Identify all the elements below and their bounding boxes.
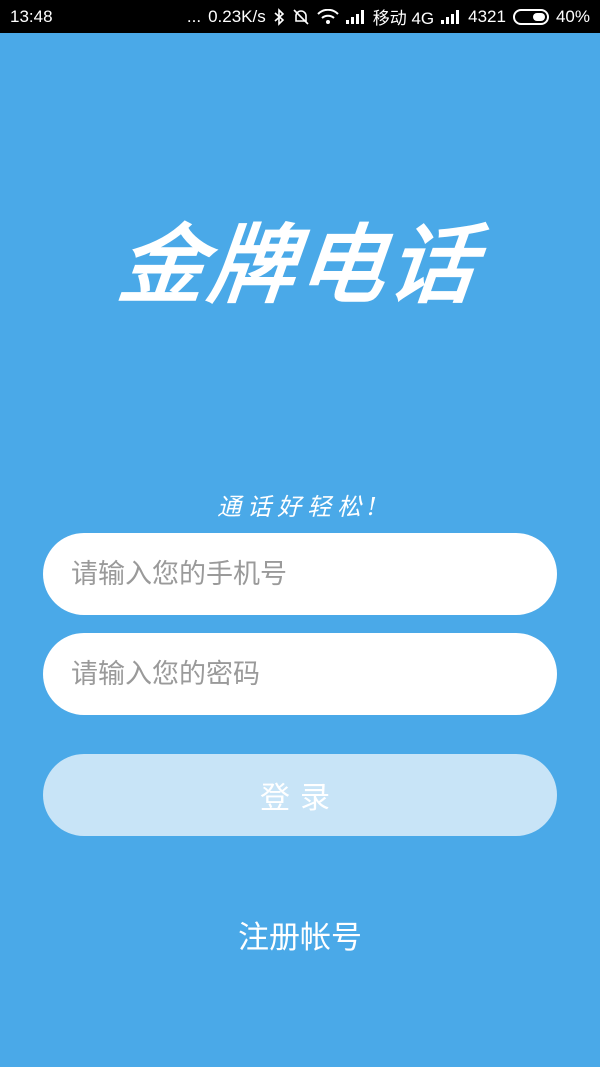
login-button[interactable]: 登录	[43, 754, 557, 836]
signal-icon	[441, 9, 461, 24]
wifi-icon	[317, 8, 339, 25]
battery-percent: 40%	[555, 6, 590, 26]
network-speed: 0.23K/s	[208, 6, 266, 26]
phone-field[interactable]	[43, 533, 557, 615]
register-link[interactable]: 注册帐号	[0, 912, 600, 957]
password-input[interactable]	[69, 657, 557, 691]
bluetooth-icon	[273, 7, 285, 26]
mute-bell-icon	[292, 8, 310, 26]
signal-value: 4321	[468, 6, 506, 26]
app-slogan: 通话好轻松!	[217, 493, 383, 521]
app-logo: 金牌电话	[113, 215, 485, 316]
signal-icon	[345, 9, 366, 24]
status-dots: ...	[186, 6, 202, 26]
status-bar: 13:48 ... 0.23K/s 移动 4G 4321 40%	[0, 0, 600, 33]
status-icons: ... 0.23K/s 移动 4G 4321 40%	[187, 4, 590, 29]
carrier-label: 移动 4G	[372, 9, 435, 28]
password-field[interactable]	[43, 633, 557, 715]
phone-input[interactable]	[69, 557, 557, 591]
battery-icon	[512, 8, 549, 25]
status-time: 13:48	[10, 6, 53, 26]
